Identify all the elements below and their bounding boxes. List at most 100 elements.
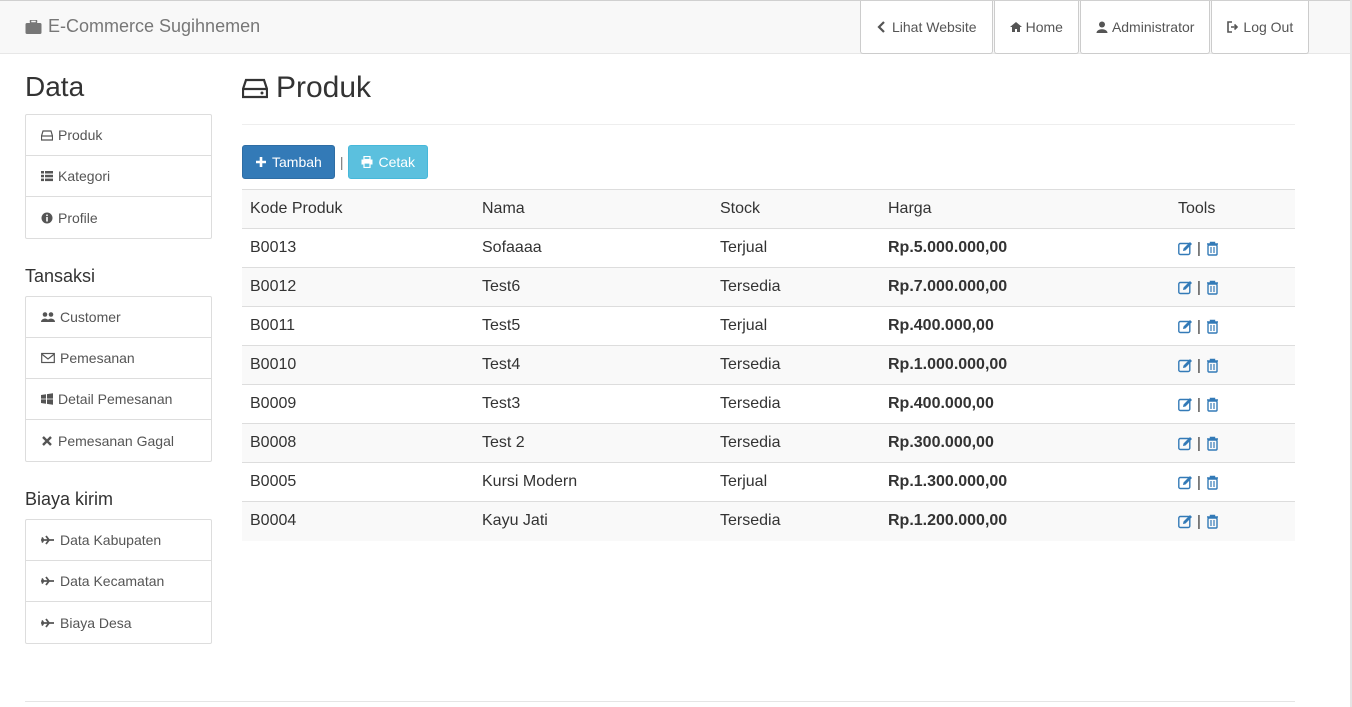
sidebar-item-pemesanan[interactable]: Pemesanan — [26, 338, 211, 379]
edit-icon[interactable] — [1178, 397, 1193, 412]
cell-kode: B0009 — [242, 384, 474, 424]
sidebar-item-data-kabupaten[interactable]: Data Kabupaten — [26, 520, 211, 561]
chevron-left-icon — [877, 21, 885, 33]
table-row: B0005 Kursi Modern Terjual Rp.1.300.000,00 | — [242, 462, 1295, 502]
cell-harga: Rp.300.000,00 — [880, 423, 1170, 463]
trash-icon[interactable] — [1205, 475, 1220, 490]
cell-stock: Tersedia — [712, 501, 880, 541]
produk-table: Kode Produk Nama Stock Harga Tools B0013… — [242, 189, 1295, 541]
cell-tools: | — [1170, 423, 1295, 463]
cell-tools: | — [1170, 501, 1295, 541]
column-header-kode: Kode Produk — [242, 189, 474, 229]
cell-tools: | — [1170, 345, 1295, 385]
home-button[interactable]: Home — [993, 1, 1079, 54]
logout-label: Log Out — [1243, 19, 1294, 35]
view-website-label: Lihat Website — [892, 19, 977, 35]
view-website-button[interactable]: Lihat Website — [860, 1, 993, 54]
brand[interactable]: E-Commerce Sugihnemen — [25, 16, 260, 37]
cell-stock: Terjual — [712, 462, 880, 502]
edit-icon[interactable] — [1178, 319, 1193, 334]
table-row: B0012 Test6 Tersedia Rp.7.000.000,00 | — [242, 267, 1295, 307]
column-header-tools: Tools — [1170, 189, 1295, 229]
trash-icon[interactable] — [1205, 514, 1220, 529]
briefcase-icon — [25, 19, 42, 34]
plus-icon — [256, 157, 266, 167]
top-navbar: E-Commerce Sugihnemen Lihat Website Home… — [0, 0, 1352, 54]
biaya-menu: Data Kabupaten Data Kecamatan Biaya Desa — [25, 519, 212, 644]
administrator-button[interactable]: Administrator — [1079, 1, 1211, 54]
sidebar-item-biaya-desa[interactable]: Biaya Desa — [26, 602, 211, 643]
cell-nama: Test5 — [474, 306, 712, 346]
user-icon — [1096, 21, 1108, 33]
cell-stock: Tersedia — [712, 267, 880, 307]
table-row: B0010 Test4 Tersedia Rp.1.000.000,00 | — [242, 345, 1295, 385]
plane-icon — [41, 576, 54, 586]
sidebar-item-label: Biaya Desa — [60, 614, 132, 631]
tools-separator: | — [1197, 239, 1201, 257]
add-button[interactable]: Tambah — [242, 145, 335, 179]
envelope-icon — [41, 352, 55, 364]
cell-stock: Terjual — [712, 306, 880, 346]
table-header-row: Kode Produk Nama Stock Harga Tools — [242, 189, 1295, 229]
sidebar-item-profile[interactable]: Profile — [26, 197, 211, 238]
edit-icon[interactable] — [1178, 514, 1193, 529]
sidebar-item-label: Kategori — [58, 168, 111, 184]
plane-icon — [41, 535, 54, 545]
cell-kode: B0011 — [242, 306, 474, 346]
trash-icon[interactable] — [1205, 358, 1220, 373]
tools-separator: | — [1197, 317, 1201, 335]
cell-nama: Test 2 — [474, 423, 712, 463]
column-header-harga: Harga — [880, 189, 1170, 229]
hdd-icon — [41, 130, 53, 141]
edit-icon[interactable] — [1178, 241, 1193, 256]
trash-icon[interactable] — [1205, 436, 1220, 451]
print-button[interactable]: Cetak — [348, 145, 429, 179]
cell-harga: Rp.1.000.000,00 — [880, 345, 1170, 385]
data-menu: Produk Kategori Profile — [25, 114, 212, 239]
action-bar: Tambah | Cetak — [242, 145, 429, 179]
hdd-icon — [242, 78, 268, 99]
home-icon — [1009, 22, 1022, 32]
edit-icon[interactable] — [1178, 280, 1193, 295]
edit-icon[interactable] — [1178, 358, 1193, 373]
cell-tools: | — [1170, 267, 1295, 307]
sidebar-item-label: Pemesanan — [60, 350, 135, 366]
sidebar-item-pemesanan-gagal[interactable]: Pemesanan Gagal — [26, 420, 211, 461]
logout-icon — [1227, 21, 1239, 33]
tools-separator: | — [1197, 512, 1201, 530]
sidebar-item-data-kecamatan[interactable]: Data Kecamatan — [26, 561, 211, 602]
cell-stock: Tersedia — [712, 423, 880, 463]
cell-kode: B0008 — [242, 423, 474, 463]
windows-icon — [41, 393, 53, 405]
sidebar-item-label: Data Kabupaten — [60, 532, 162, 548]
sidebar-item-label: Produk — [58, 127, 103, 143]
cell-tools: | — [1170, 306, 1295, 346]
sidebar-item-detail-pemesanan[interactable]: Detail Pemesanan — [26, 379, 211, 420]
brand-label: E-Commerce Sugihnemen — [48, 16, 261, 36]
sidebar-item-produk[interactable]: Produk — [26, 115, 211, 156]
add-button-label: Tambah — [272, 154, 322, 170]
edit-icon[interactable] — [1178, 475, 1193, 490]
cell-kode: B0004 — [242, 501, 474, 541]
footer-divider — [25, 701, 1295, 702]
home-label: Home — [1025, 19, 1063, 35]
cell-stock: Tersedia — [712, 345, 880, 385]
cell-kode: B0005 — [242, 462, 474, 502]
cell-kode: B0012 — [242, 267, 474, 307]
trash-icon[interactable] — [1205, 280, 1220, 295]
cell-harga: Rp.1.300.000,00 — [880, 462, 1170, 502]
cell-nama: Test3 — [474, 384, 712, 424]
tools-separator: | — [1197, 473, 1201, 491]
cell-nama: Sofaaaa — [474, 228, 712, 268]
times-icon — [42, 435, 52, 446]
edit-icon[interactable] — [1178, 436, 1193, 451]
trash-icon[interactable] — [1205, 319, 1220, 334]
trash-icon[interactable] — [1205, 397, 1220, 412]
sidebar-item-kategori[interactable]: Kategori — [26, 156, 211, 197]
tools-separator: | — [1197, 434, 1201, 452]
cell-harga: Rp.400.000,00 — [880, 306, 1170, 346]
sidebar-item-customer[interactable]: Customer — [26, 297, 211, 338]
logout-button[interactable]: Log Out — [1211, 1, 1310, 54]
trash-icon[interactable] — [1205, 241, 1220, 256]
cell-nama: Kayu Jati — [474, 501, 712, 541]
